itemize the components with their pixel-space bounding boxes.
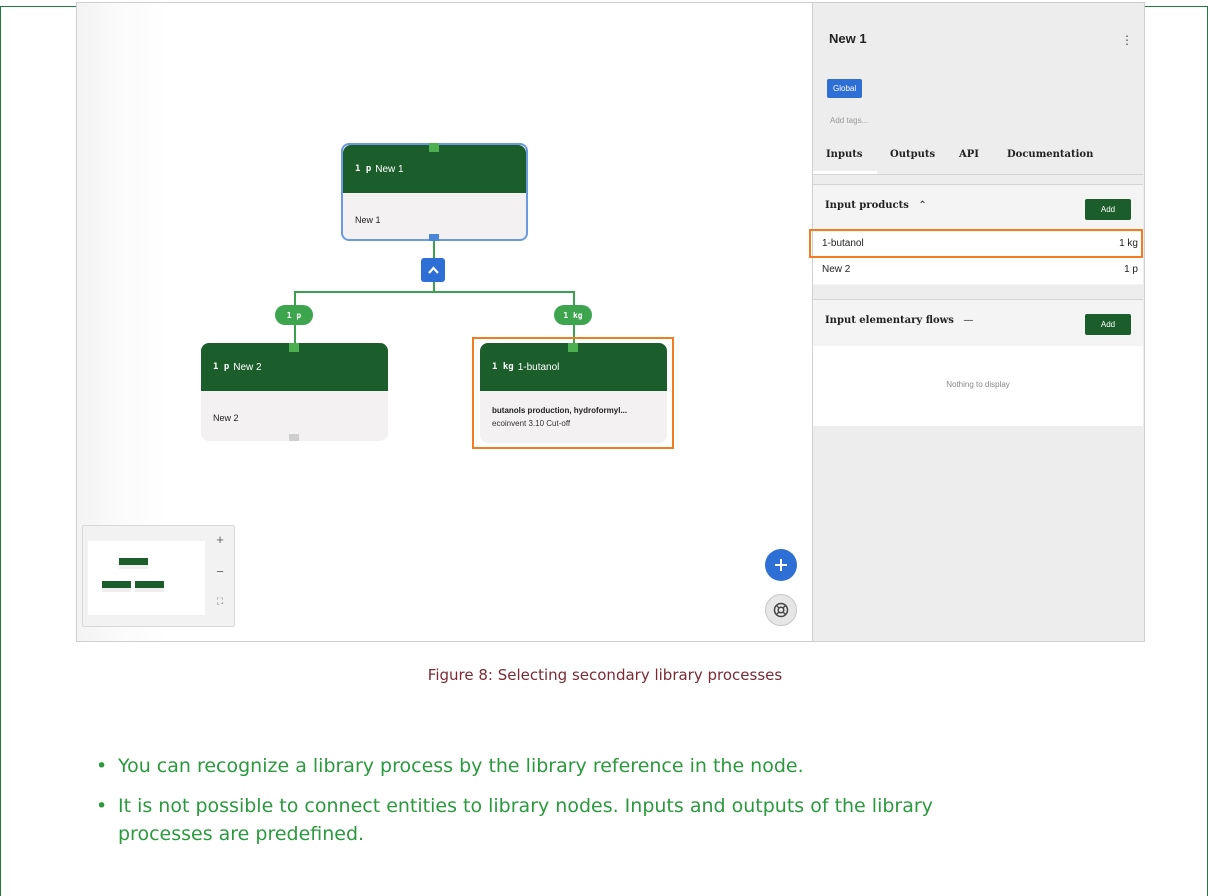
bullet-continuation: processes are predefined. bbox=[118, 823, 365, 845]
node-quantity: 1 p bbox=[213, 362, 230, 372]
tab-outputs[interactable]: Outputs bbox=[890, 149, 935, 160]
bullet-item: • You can recognize a library process by… bbox=[96, 752, 1198, 780]
app-screenshot: 1 p New 1 New 1 1 p 1 kg 1 p New 2 New 2 bbox=[76, 2, 1145, 642]
edge-line bbox=[294, 291, 575, 293]
edge-line bbox=[433, 241, 435, 258]
minimap-view bbox=[88, 541, 205, 615]
sidebar-tabs: Inputs Outputs API Documentation bbox=[813, 141, 1143, 175]
add-node-button[interactable] bbox=[765, 549, 797, 581]
empty-state: Nothing to display bbox=[813, 346, 1143, 426]
bullet-dot: • bbox=[96, 755, 108, 777]
help-button[interactable] bbox=[765, 594, 797, 626]
input-product-name: New 2 bbox=[822, 264, 851, 275]
zoom-in-button[interactable]: + bbox=[208, 532, 232, 547]
lifebuoy-icon bbox=[773, 602, 789, 618]
library-reference: ecoinvent 3.10 Cut-off bbox=[492, 419, 571, 428]
minimap[interactable]: + − ⛶ bbox=[82, 525, 235, 627]
node-title: New 1 bbox=[375, 163, 404, 175]
empty-state-text: Nothing to display bbox=[946, 380, 1010, 389]
node-quantity: 1 kg bbox=[492, 362, 514, 372]
zoom-out-button[interactable]: − bbox=[208, 564, 232, 579]
edge-quantity-label: 1 p bbox=[275, 305, 313, 325]
bullet-text: It is not possible to connect entities t… bbox=[118, 795, 933, 817]
geography-badge[interactable]: Global bbox=[827, 79, 863, 98]
library-process-name: butanols production, hydroformyl... bbox=[492, 406, 628, 415]
elementary-flows-panel: Input elementary flows — Add Nothing to … bbox=[813, 299, 1143, 426]
node-1-butanol[interactable]: 1 kg 1-butanol butanols production, hydr… bbox=[480, 343, 667, 443]
node-new-1[interactable]: 1 p New 1 New 1 bbox=[341, 143, 528, 241]
bullet-item: • It is not possible to connect entities… bbox=[96, 792, 1198, 820]
node-header: 1 p New 1 bbox=[343, 145, 526, 193]
node-title: New 2 bbox=[233, 361, 262, 373]
edge-quantity-label: 1 kg bbox=[554, 305, 592, 325]
chevron-up-icon bbox=[427, 266, 439, 274]
bullet-dot: • bbox=[96, 795, 108, 817]
add-tags-input[interactable]: Add tags... bbox=[830, 116, 868, 125]
add-elementary-flow-button[interactable]: Add bbox=[1085, 314, 1131, 335]
plus-icon bbox=[775, 559, 787, 571]
active-tab-indicator bbox=[813, 171, 877, 174]
add-input-product-button[interactable]: Add bbox=[1085, 199, 1131, 220]
node-new-2[interactable]: 1 p New 2 New 2 bbox=[201, 343, 388, 441]
input-product-qty: 1 p bbox=[1124, 264, 1138, 275]
node-body: New 1 bbox=[355, 215, 381, 225]
collapse-icon[interactable]: ⌃ bbox=[918, 200, 926, 211]
figure-caption: Figure 8: Selecting secondary library pr… bbox=[427, 666, 783, 684]
input-products-title[interactable]: Input products ⌃ bbox=[825, 200, 927, 211]
output-port[interactable] bbox=[289, 434, 299, 441]
input-connector[interactable] bbox=[429, 143, 439, 152]
fit-view-button[interactable]: ⛶ bbox=[208, 596, 232, 607]
output-port[interactable] bbox=[429, 234, 439, 241]
graph-canvas[interactable]: 1 p New 1 New 1 1 p 1 kg 1 p New 2 New 2 bbox=[77, 3, 812, 641]
tab-api[interactable]: API bbox=[959, 149, 979, 160]
node-body: New 2 bbox=[213, 413, 239, 423]
input-product-row[interactable]: New 2 1 p bbox=[813, 258, 1143, 284]
input-connector[interactable] bbox=[289, 343, 299, 352]
node-quantity: 1 p bbox=[355, 164, 372, 174]
tab-inputs[interactable]: Inputs bbox=[826, 149, 862, 160]
input-connector[interactable] bbox=[568, 343, 578, 352]
properties-sidebar: New 1 ⋮ Global Add tags... Inputs Output… bbox=[809, 3, 1144, 641]
expand-icon[interactable]: — bbox=[963, 315, 973, 326]
highlight-box bbox=[809, 229, 1143, 258]
process-title: New 1 bbox=[829, 31, 867, 46]
node-title: 1-butanol bbox=[517, 361, 560, 373]
elementary-flows-title[interactable]: Input elementary flows — bbox=[825, 315, 973, 326]
more-options-icon[interactable]: ⋮ bbox=[1121, 33, 1133, 47]
bullet-text: You can recognize a library process by t… bbox=[118, 755, 804, 777]
tab-documentation[interactable]: Documentation bbox=[1007, 149, 1093, 160]
collapse-button[interactable] bbox=[421, 258, 445, 282]
